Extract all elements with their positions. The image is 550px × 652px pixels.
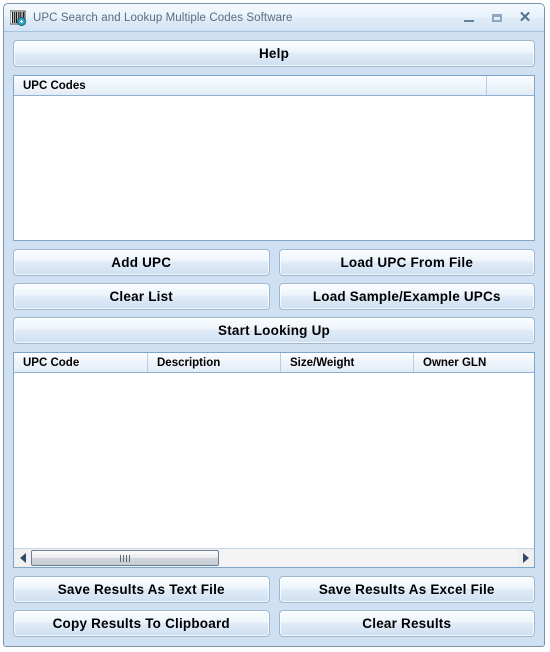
application-window: UPC Search and Lookup Multiple Codes Sof… — [3, 3, 545, 647]
upc-codes-body[interactable] — [14, 96, 534, 240]
help-button[interactable]: Help — [13, 40, 535, 67]
column-header-upc-codes[interactable]: UPC Codes — [14, 76, 486, 95]
column-header-size-weight[interactable]: Size/Weight — [280, 353, 413, 372]
results-list[interactable]: UPC Code Description Size/Weight Owner G… — [13, 352, 535, 568]
start-looking-up-button[interactable]: Start Looking Up — [13, 317, 535, 344]
upc-codes-header: UPC Codes — [14, 76, 534, 96]
load-upc-from-file-button[interactable]: Load UPC From File — [278, 249, 535, 276]
save-results-as-text-file-button[interactable]: Save Results As Text File — [13, 576, 270, 603]
save-results-as-excel-file-button[interactable]: Save Results As Excel File — [278, 576, 535, 603]
minimize-button[interactable] — [462, 11, 476, 25]
clear-results-button[interactable]: Clear Results — [278, 610, 535, 637]
results-actions-row-2: Copy Results To Clipboard Clear Results — [13, 610, 535, 637]
results-horizontal-scrollbar[interactable] — [14, 548, 534, 567]
clear-list-button[interactable]: Clear List — [13, 283, 270, 310]
copy-results-to-clipboard-button[interactable]: Copy Results To Clipboard — [13, 610, 270, 637]
window-title: UPC Search and Lookup Multiple Codes Sof… — [33, 11, 293, 24]
window-controls: ✕ — [462, 9, 540, 26]
upc-codes-list[interactable]: UPC Codes — [13, 75, 535, 241]
input-actions-row-2: Clear List Load Sample/Example UPCs — [13, 283, 535, 310]
title-bar: UPC Search and Lookup Multiple Codes Sof… — [4, 4, 544, 32]
add-upc-button[interactable]: Add UPC — [13, 249, 270, 276]
scroll-left-arrow[interactable] — [14, 549, 31, 567]
maximize-button[interactable] — [490, 11, 504, 25]
column-header-owner-gln[interactable]: Owner GLN — [413, 353, 534, 372]
results-actions-row-1: Save Results As Text File Save Results A… — [13, 576, 535, 603]
results-body[interactable] — [14, 373, 534, 548]
load-sample-upcs-button[interactable]: Load Sample/Example UPCs — [278, 283, 535, 310]
input-actions-row-1: Add UPC Load UPC From File — [13, 249, 535, 276]
close-button[interactable]: ✕ — [518, 9, 532, 26]
barcode-icon — [9, 10, 26, 26]
client-area: Help UPC Codes Add UPC Load UPC From Fil… — [4, 32, 544, 646]
column-header-description[interactable]: Description — [147, 353, 280, 372]
results-header: UPC Code Description Size/Weight Owner G… — [14, 353, 534, 373]
column-header-upc-code[interactable]: UPC Code — [14, 353, 147, 372]
scroll-track[interactable] — [31, 549, 517, 567]
column-header-upc-codes-spare[interactable] — [486, 76, 534, 95]
scroll-right-arrow[interactable] — [517, 549, 534, 567]
scroll-thumb[interactable] — [31, 550, 219, 566]
